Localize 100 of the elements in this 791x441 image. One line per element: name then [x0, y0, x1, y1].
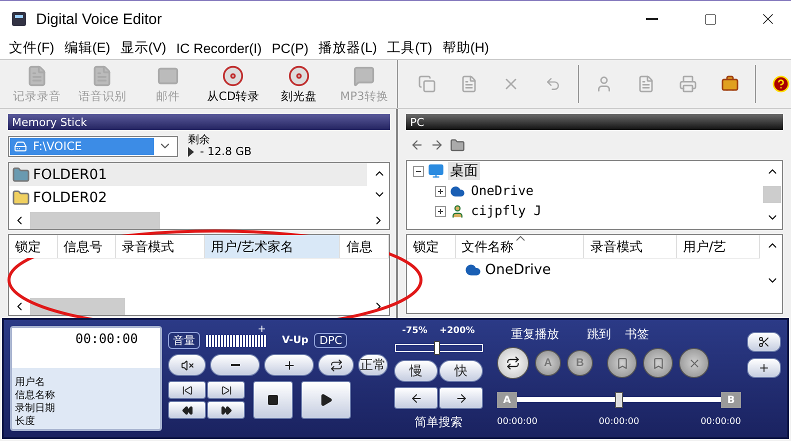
document-icon — [460, 75, 478, 93]
folder-item[interactable]: FOLDER01 — [9, 163, 367, 186]
speed-thumb[interactable] — [434, 341, 440, 355]
repeat-label: 重复播放 — [511, 326, 559, 343]
position-thumb[interactable] — [615, 392, 623, 408]
expand-icon[interactable] — [435, 206, 446, 216]
scrollbar-thumb[interactable] — [763, 186, 781, 203]
dpc-label: DPC — [314, 333, 348, 348]
info-label: 录制日期 — [14, 402, 56, 415]
column-header[interactable]: 信息号 — [58, 235, 116, 258]
column-header[interactable]: 信息 — [340, 235, 389, 258]
delete-icon — [688, 356, 700, 370]
minus-icon — [230, 364, 240, 366]
fast-button[interactable]: 快 — [439, 360, 483, 382]
rewind-button[interactable] — [168, 401, 206, 419]
rewind-icon — [182, 404, 192, 416]
scrollbar-thumb[interactable] — [30, 212, 160, 228]
add-bookmark-button[interactable] — [643, 348, 673, 378]
document-icon — [91, 64, 114, 86]
menu-item[interactable]: 显示(V) — [115, 39, 172, 57]
user-icon — [450, 204, 465, 218]
printer-icon — [679, 75, 697, 93]
plus-icon — [282, 358, 296, 372]
column-header[interactable]: 文件名称 — [456, 235, 584, 258]
jump-label: 跳到 — [587, 326, 611, 343]
arrow-right-icon — [454, 392, 468, 404]
tree-item[interactable]: cijpfly J — [469, 204, 544, 218]
volume-down-button[interactable] — [210, 354, 260, 376]
skip-back-button[interactable] — [168, 381, 206, 399]
forward-icon — [430, 138, 444, 152]
speed-min-label: -75% — [402, 326, 428, 336]
play-triangle-icon — [188, 147, 194, 157]
volume-up-button[interactable] — [264, 354, 314, 376]
v-up-button[interactable] — [318, 354, 354, 376]
speed-slider[interactable] — [394, 341, 482, 355]
fast-forward-button[interactable] — [207, 401, 245, 419]
menu-item[interactable]: 帮助(H) — [437, 39, 494, 57]
skip-forward-icon — [220, 384, 232, 396]
position-slider[interactable] — [517, 391, 721, 409]
toolbar-button[interactable]: 从CD转录 — [200, 60, 266, 108]
app-icon — [10, 10, 28, 28]
max-mark: + — [258, 324, 266, 334]
menu-item[interactable]: 文件(F) — [4, 39, 60, 57]
play-icon — [319, 393, 333, 407]
free-space-label: 剩余 — [188, 134, 211, 146]
disc-icon — [222, 64, 244, 86]
briefcase-icon — [721, 75, 739, 93]
info-label: 长度 — [14, 415, 36, 428]
slow-button[interactable]: 慢 — [394, 360, 438, 382]
column-header[interactable]: 用户/艺术家名 — [205, 235, 340, 258]
arrow-left-icon — [410, 392, 422, 404]
search-back-button[interactable] — [394, 387, 438, 409]
scissors-icon — [758, 336, 770, 348]
menu-item[interactable]: 播放器(L) — [314, 39, 382, 57]
fast-forward-icon — [220, 404, 232, 416]
divide-button[interactable] — [747, 332, 781, 352]
play-button[interactable] — [301, 381, 351, 419]
panel-header: Memory Stick — [8, 114, 390, 130]
skip-forward-button[interactable] — [207, 381, 245, 399]
v-up-label: V-Up — [282, 335, 308, 346]
folder-icon — [12, 166, 30, 184]
back-icon — [410, 138, 424, 152]
column-header[interactable]: 录音模式 — [116, 235, 206, 258]
scrollbar-thumb[interactable] — [30, 298, 125, 314]
undo-icon — [545, 76, 561, 92]
info-label: 信息名称 — [14, 389, 56, 402]
menu-item[interactable]: IC Recorder(I) — [171, 40, 267, 56]
help-icon — [772, 75, 790, 93]
stop-button[interactable] — [253, 381, 293, 419]
tree-item[interactable]: OneDrive — [469, 184, 536, 198]
bookmark-icon — [616, 356, 628, 370]
search-forward-button[interactable] — [439, 387, 483, 409]
combine-button[interactable] — [747, 358, 781, 378]
repeat-icon — [506, 356, 520, 370]
folder-icon — [12, 188, 30, 206]
expand-icon[interactable] — [435, 186, 446, 196]
mute-icon — [180, 358, 194, 372]
repeat-button[interactable] — [497, 347, 529, 379]
normal-speed-button[interactable]: 正常 — [358, 354, 388, 376]
speech-bubble-icon — [353, 64, 376, 86]
time-label: 00:00:00 — [700, 417, 741, 427]
delete-bookmark-button[interactable] — [679, 348, 709, 378]
tree-item[interactable]: 桌面 — [448, 162, 480, 180]
menu-item[interactable]: 工具(T) — [382, 39, 438, 57]
toolbar-button[interactable]: 刻光盘 — [266, 60, 332, 108]
cloud-icon — [450, 184, 465, 198]
panel-header: PC — [406, 114, 783, 130]
drive-icon — [14, 140, 27, 152]
file-row[interactable]: OneDrive — [407, 259, 782, 281]
track-start-marker: A — [497, 392, 517, 408]
info-label: 用户名 — [14, 376, 46, 389]
jump-bookmark-button[interactable] — [607, 348, 637, 378]
menu-item[interactable]: 编辑(E) — [59, 39, 116, 57]
mute-button[interactable] — [168, 354, 206, 376]
collapse-icon[interactable] — [413, 166, 424, 176]
disc-icon — [288, 64, 310, 86]
monitor-icon — [428, 163, 444, 179]
stop-icon — [267, 394, 279, 406]
menu-item[interactable]: PC(P) — [266, 40, 314, 56]
quick-search-label: 简单搜索 — [414, 414, 462, 431]
